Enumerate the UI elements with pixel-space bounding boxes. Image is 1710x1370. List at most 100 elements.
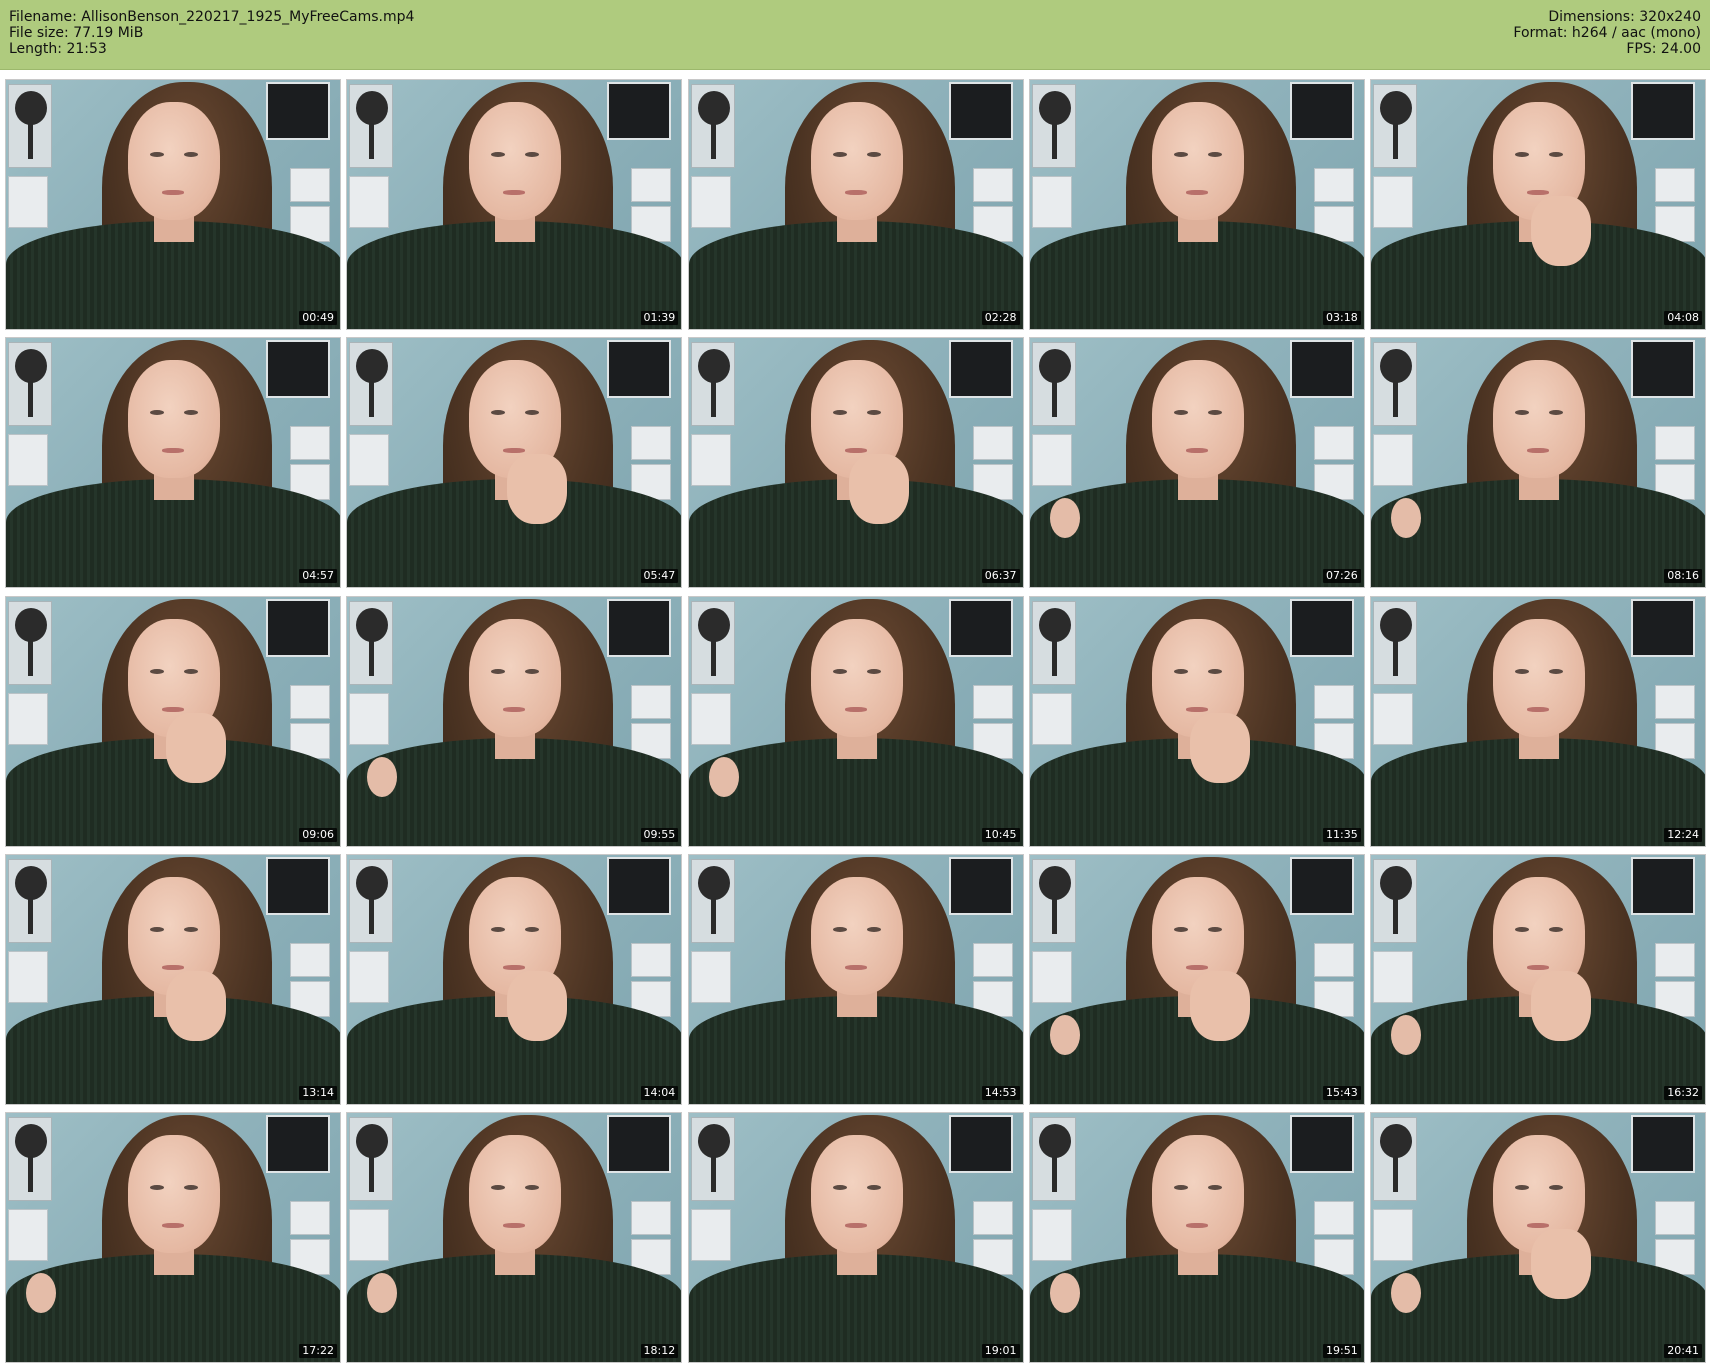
video-thumbnail[interactable]: 11:35 bbox=[1028, 595, 1365, 847]
tree-crown bbox=[1038, 865, 1071, 900]
video-thumbnail[interactable]: 04:57 bbox=[5, 337, 341, 589]
left-eye bbox=[832, 668, 847, 674]
left-eye bbox=[150, 410, 164, 416]
face bbox=[1151, 102, 1244, 220]
tree-picture-frame bbox=[690, 600, 735, 685]
video-thumbnail[interactable]: 15:43 bbox=[1028, 853, 1365, 1105]
timestamp-label: 16:32 bbox=[1664, 1085, 1702, 1100]
tree-crown bbox=[15, 1124, 47, 1158]
right-eye bbox=[1207, 152, 1222, 157]
video-thumbnail[interactable]: 18:12 bbox=[346, 1112, 683, 1363]
tree-picture-frame bbox=[1373, 1117, 1417, 1201]
tree-picture-frame bbox=[349, 858, 394, 943]
face bbox=[469, 1135, 562, 1253]
tree-crown bbox=[697, 607, 730, 642]
video-thumbnail[interactable]: 13:14 bbox=[5, 853, 341, 1105]
video-thumbnail[interactable]: 07:26 bbox=[1028, 337, 1365, 589]
right-eye bbox=[1549, 1185, 1563, 1190]
tree-trunk bbox=[28, 639, 33, 676]
tree-trunk bbox=[369, 1156, 375, 1192]
video-thumbnail[interactable]: 05:47 bbox=[346, 337, 683, 589]
face bbox=[128, 1135, 220, 1253]
mouth bbox=[1527, 1223, 1549, 1228]
video-thumbnail[interactable]: 19:01 bbox=[687, 1112, 1024, 1363]
right-eye bbox=[866, 926, 881, 932]
video-thumbnail[interactable]: 01:39 bbox=[346, 79, 683, 330]
face bbox=[128, 360, 220, 479]
video-thumbnail[interactable]: 06:37 bbox=[687, 337, 1024, 589]
left-eye bbox=[1515, 1185, 1529, 1190]
wall-poster bbox=[266, 82, 330, 140]
face bbox=[1493, 360, 1585, 479]
right-eye bbox=[525, 668, 540, 674]
bare-shoulder bbox=[26, 1273, 56, 1313]
right-eye bbox=[184, 668, 198, 674]
video-thumbnail[interactable]: 19:51 bbox=[1028, 1112, 1365, 1363]
right-eye bbox=[1549, 152, 1563, 157]
mouth bbox=[503, 706, 526, 712]
wall-sign bbox=[290, 942, 330, 977]
bare-shoulder bbox=[1049, 1014, 1080, 1055]
video-thumbnail[interactable]: 08:16 bbox=[1370, 337, 1706, 589]
timestamp-label: 02:28 bbox=[981, 311, 1020, 325]
video-thumbnail[interactable]: 09:55 bbox=[346, 595, 683, 847]
hand bbox=[1531, 970, 1591, 1041]
wall-sign bbox=[1031, 950, 1072, 1003]
video-thumbnail[interactable]: 16:32 bbox=[1370, 853, 1706, 1105]
video-thumbnail[interactable]: 14:04 bbox=[346, 853, 683, 1105]
video-thumbnail[interactable]: 14:53 bbox=[687, 853, 1024, 1105]
bare-shoulder bbox=[708, 756, 739, 797]
wall-sign bbox=[1373, 692, 1413, 745]
wall-sign bbox=[690, 950, 731, 1003]
left-eye bbox=[1173, 1185, 1188, 1190]
mouth bbox=[1527, 190, 1549, 195]
face bbox=[1493, 618, 1585, 737]
wall-sign bbox=[1655, 168, 1695, 202]
wall-poster bbox=[266, 856, 330, 915]
face bbox=[810, 1135, 903, 1253]
right-eye bbox=[1207, 1185, 1222, 1190]
video-thumbnail[interactable]: 03:18 bbox=[1028, 79, 1365, 330]
left-eye bbox=[491, 410, 506, 416]
video-thumbnail[interactable]: 09:06 bbox=[5, 595, 341, 847]
face bbox=[810, 102, 903, 220]
face bbox=[810, 618, 903, 737]
tree-crown bbox=[1380, 1124, 1412, 1158]
wall-sign bbox=[1313, 684, 1354, 719]
mouth bbox=[1185, 190, 1208, 195]
wall-sign bbox=[972, 942, 1013, 977]
right-eye bbox=[866, 410, 881, 416]
video-thumbnail[interactable]: 02:28 bbox=[687, 79, 1024, 330]
tree-crown bbox=[15, 349, 47, 384]
timestamp-label: 04:57 bbox=[299, 569, 337, 584]
fps-text: FPS: 24.00 bbox=[1626, 41, 1701, 57]
video-thumbnail[interactable]: 12:24 bbox=[1370, 595, 1706, 847]
right-eye bbox=[525, 1185, 540, 1190]
wall-sign bbox=[631, 1201, 672, 1235]
hand bbox=[166, 970, 226, 1041]
tree-picture-frame bbox=[349, 1117, 394, 1201]
video-thumbnail[interactable]: 17:22 bbox=[5, 1112, 341, 1363]
tree-trunk bbox=[710, 123, 716, 159]
face bbox=[1151, 1135, 1244, 1253]
tree-trunk bbox=[369, 123, 375, 159]
timestamp-label: 10:45 bbox=[981, 827, 1020, 842]
left-eye bbox=[1515, 410, 1529, 416]
hand bbox=[507, 970, 568, 1041]
bare-shoulder bbox=[367, 756, 398, 797]
timestamp-label: 00:49 bbox=[299, 311, 337, 325]
bare-shoulder bbox=[1391, 1273, 1421, 1313]
video-thumbnail[interactable]: 00:49 bbox=[5, 79, 341, 330]
timestamp-label: 03:18 bbox=[1323, 311, 1361, 325]
wall-sign bbox=[8, 692, 48, 745]
wall-sign bbox=[290, 1201, 330, 1235]
tree-trunk bbox=[1051, 381, 1057, 418]
video-thumbnail[interactable]: 10:45 bbox=[687, 595, 1024, 847]
timestamp-label: 09:55 bbox=[640, 827, 679, 842]
wall-sign bbox=[631, 168, 672, 202]
wall-sign bbox=[349, 950, 390, 1003]
filesize-text: File size: 77.19 MiB bbox=[9, 25, 144, 41]
video-thumbnail[interactable]: 20:41 bbox=[1370, 1112, 1706, 1363]
video-thumbnail[interactable]: 04:08 bbox=[1370, 79, 1706, 330]
face bbox=[128, 102, 220, 220]
